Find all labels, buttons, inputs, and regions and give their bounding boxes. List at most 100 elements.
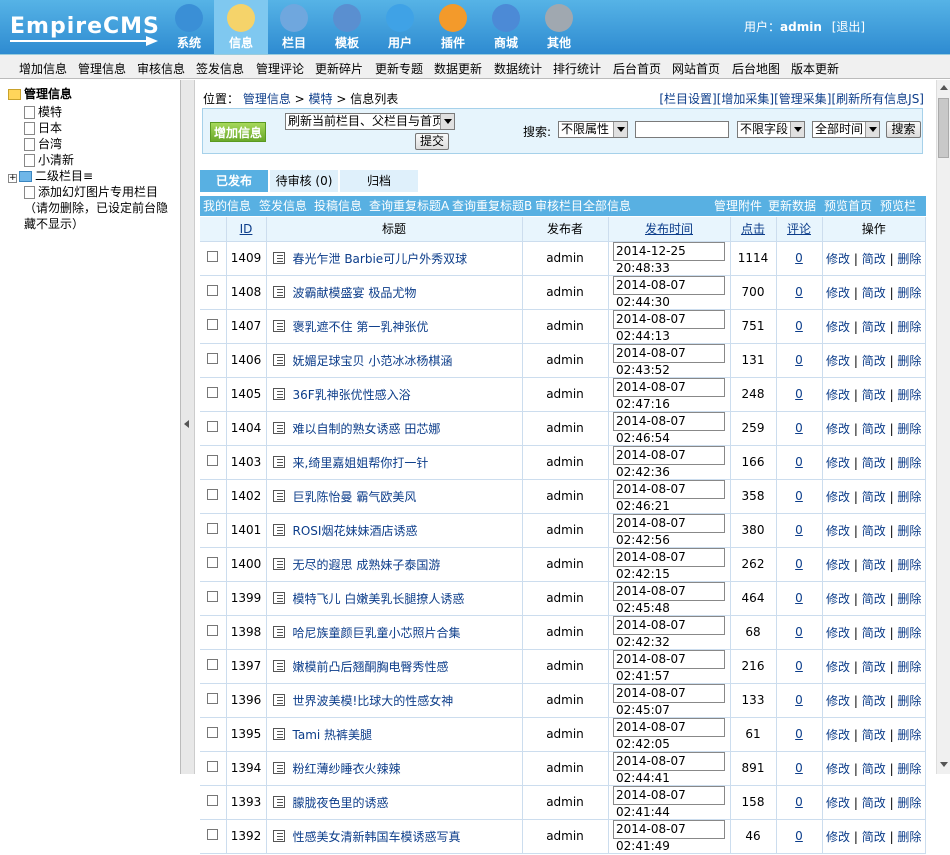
chevron-down-icon[interactable] [440,114,454,129]
tab[interactable]: 归档 [340,170,418,192]
menu-item[interactable]: 审核信息 [137,60,185,77]
row-comments-link[interactable]: 0 [795,285,803,299]
row-title-link[interactable]: Tami 热裤美腿 [293,728,373,742]
delete-link[interactable]: 删除 [897,728,921,742]
nav-plugin-tools[interactable]: 插件 [426,0,480,54]
simple-edit-link[interactable]: 简改 [862,558,886,572]
breadcrumb-manage-info[interactable]: 管理信息 [243,92,291,106]
edit-doc-icon[interactable] [272,421,285,434]
row-title-link[interactable]: 世界波美模!比球大的性感女神 [293,694,454,708]
time-select[interactable]: 全部时间 [812,121,880,138]
edit-doc-icon[interactable] [272,727,285,740]
edit-doc-icon[interactable] [272,455,285,468]
logout-link[interactable]: [退出] [832,20,865,34]
simple-edit-link[interactable]: 简改 [862,524,886,538]
row-comments-link[interactable]: 0 [795,829,803,843]
row-comments-link[interactable]: 0 [795,659,803,673]
row-time[interactable]: 2014-08-07 02:44:41 [613,751,725,785]
menu-item[interactable]: 排行统计 [553,60,601,77]
hits-col-label[interactable]: 点击 [741,222,765,236]
top-link[interactable]: [管理采集] [774,92,831,106]
edit-link[interactable]: 修改 [826,830,850,844]
quick-link[interactable]: 审核栏目全部信息 [535,196,631,216]
menu-item[interactable]: 增加信息 [19,60,67,77]
edit-link[interactable]: 修改 [826,592,850,606]
chevron-down-icon[interactable] [865,122,879,137]
tree-note-item[interactable]: 添加幻灯图片专用栏目（请勿删除，已设定前台隐藏不显示） [24,184,174,232]
edit-link[interactable]: 修改 [826,286,850,300]
simple-edit-link[interactable]: 简改 [862,354,886,368]
row-comments-link[interactable]: 0 [795,693,803,707]
delete-link[interactable]: 删除 [897,830,921,844]
delete-link[interactable]: 删除 [897,388,921,402]
row-title-link[interactable]: 难以自制的熟女诱惑 田芯娜 [293,422,441,436]
row-title-link[interactable]: 模特飞儿 白嫩美乳长腿撩人诱惑 [293,592,465,606]
id-col-header[interactable]: ID [226,217,267,242]
nav-folder[interactable]: 栏目 [267,0,321,54]
edit-link[interactable]: 修改 [826,354,850,368]
nav-card[interactable]: 商城 [479,0,533,54]
row-time[interactable]: 2014-08-07 02:44:13 [613,309,725,343]
scroll-thumb[interactable] [938,98,949,158]
comments-col-label[interactable]: 评论 [787,222,811,236]
row-checkbox[interactable] [207,523,219,534]
nav-gear[interactable]: 其他 [532,0,586,54]
quick-link[interactable]: 签发信息 [259,196,307,216]
quick-link[interactable]: 我的信息 [203,196,251,216]
simple-edit-link[interactable]: 简改 [862,762,886,776]
row-comments-link[interactable]: 0 [795,455,803,469]
tree-item[interactable]: 模特 [24,104,62,120]
delete-link[interactable]: 删除 [897,286,921,300]
row-comments-link[interactable]: 0 [795,387,803,401]
edit-doc-icon[interactable] [272,591,285,604]
time-col-label[interactable]: 发布时间 [645,222,693,236]
row-title-link[interactable]: 朦胧夜色里的诱惑 [293,796,389,810]
row-checkbox[interactable] [207,251,219,262]
edit-link[interactable]: 修改 [826,558,850,572]
row-title-link[interactable]: 妩媚足球宝贝 小范冰冰杨棋涵 [293,354,453,368]
submit-button[interactable]: 提交 [415,133,449,150]
edit-link[interactable]: 修改 [826,320,850,334]
quick-link[interactable]: 查询重复标题B [452,196,532,216]
row-title-link[interactable]: 粉红薄纱睡衣火辣辣 [293,762,401,776]
simple-edit-link[interactable]: 简改 [862,592,886,606]
simple-edit-link[interactable]: 简改 [862,796,886,810]
row-comments-link[interactable]: 0 [795,319,803,333]
row-comments-link[interactable]: 0 [795,795,803,809]
edit-link[interactable]: 修改 [826,694,850,708]
edit-doc-icon[interactable] [272,523,285,536]
row-time[interactable]: 2014-08-07 02:45:07 [613,683,725,717]
row-checkbox[interactable] [207,285,219,296]
row-comments-link[interactable]: 0 [795,727,803,741]
row-checkbox[interactable] [207,319,219,330]
edit-link[interactable]: 修改 [826,524,850,538]
row-checkbox[interactable] [207,829,219,840]
nav-document-edit[interactable]: 信息 [214,0,268,54]
row-comments-link[interactable]: 0 [795,251,803,265]
row-title-link[interactable]: 哈尼族童颜巨乳童小芯照片合集 [293,626,461,640]
delete-link[interactable]: 删除 [897,558,921,572]
edit-doc-icon[interactable] [272,251,285,264]
row-title-link[interactable]: 性感美女清新韩国车模诱惑写真 [293,830,461,844]
edit-doc-icon[interactable] [272,557,285,570]
row-comments-link[interactable]: 0 [795,489,803,503]
row-checkbox[interactable] [207,489,219,500]
delete-link[interactable]: 删除 [897,456,921,470]
quick-link[interactable]: 管理附件 [714,196,762,216]
search-button[interactable]: 搜索 [886,121,921,138]
tree-item[interactable]: 小清新 [24,152,74,168]
edit-doc-icon[interactable] [272,319,285,332]
edit-doc-icon[interactable] [272,829,285,842]
row-comments-link[interactable]: 0 [795,761,803,775]
row-title-link[interactable]: 嫩模前凸后翘酮胸电臀秀性感 [293,660,449,674]
edit-link[interactable]: 修改 [826,252,850,266]
menu-item[interactable]: 数据统计 [494,60,542,77]
row-title-link[interactable]: 春光乍泄 Barbie可儿户外秀双球 [293,252,468,266]
row-comments-link[interactable]: 0 [795,421,803,435]
add-info-button[interactable]: 增加信息 [210,122,266,142]
scroll-up-icon[interactable] [940,85,948,90]
row-comments-link[interactable]: 0 [795,353,803,367]
row-time[interactable]: 2014-08-07 02:45:48 [613,581,725,615]
edit-doc-icon[interactable] [272,625,285,638]
scroll-down-icon[interactable] [940,762,948,767]
